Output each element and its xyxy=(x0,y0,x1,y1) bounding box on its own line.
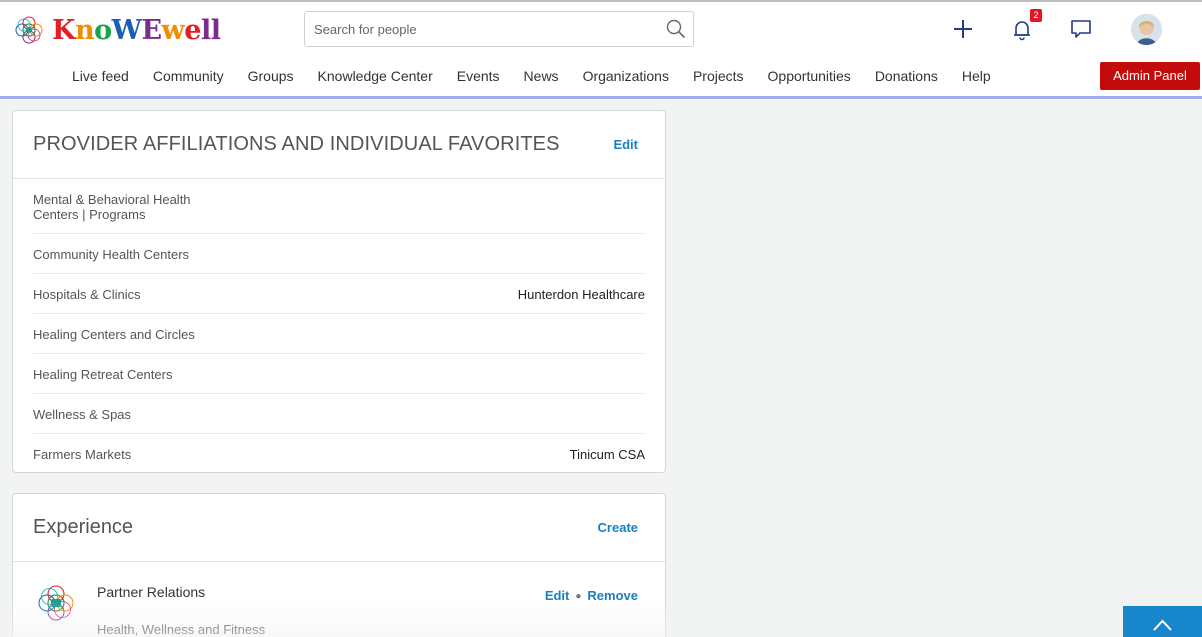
affiliations-header: PROVIDER AFFILIATIONS AND INDIVIDUAL FAV… xyxy=(13,111,665,179)
list-item: Wellness & Spas xyxy=(33,394,645,434)
admin-panel-button[interactable]: Admin Panel xyxy=(1100,62,1200,90)
experience-card: Experience Create Partner Relations Heal… xyxy=(12,493,666,637)
row-label: Healing Centers and Circles xyxy=(33,327,195,342)
experience-item-subtitle: Health, Wellness and Fitness xyxy=(97,622,266,637)
search-icon[interactable] xyxy=(665,18,687,40)
logo-letter: K xyxy=(52,14,75,46)
row-value: Hunterdon Healthcare xyxy=(517,287,645,302)
nav-item-news[interactable]: News xyxy=(512,68,571,84)
logo-mandala-icon xyxy=(15,16,43,44)
row-value: Tinicum CSA xyxy=(569,447,645,462)
nav-item-groups[interactable]: Groups xyxy=(236,68,306,84)
list-item: Healing Centers and Circles xyxy=(33,314,645,354)
user-avatar[interactable] xyxy=(1131,14,1162,45)
nav-items: Live feed Community Groups Knowledge Cen… xyxy=(60,55,1003,96)
top-bar: KnoWEwell 2 xyxy=(0,0,1202,55)
list-item: Mental & Behavioral Health Centers | Pro… xyxy=(33,179,645,234)
organization-logo-icon xyxy=(38,585,74,621)
experience-remove-button[interactable]: Remove xyxy=(587,588,638,603)
logo-letter: w xyxy=(161,14,185,46)
row-label: Mental & Behavioral Health Centers | Pro… xyxy=(33,192,191,222)
row-label: Farmers Markets xyxy=(33,447,132,462)
experience-create-button[interactable]: Create xyxy=(598,520,638,535)
list-item: Farmers Markets Tinicum CSA xyxy=(33,434,645,474)
main-nav: Live feed Community Groups Knowledge Cen… xyxy=(0,55,1202,99)
affiliations-edit-button[interactable]: Edit xyxy=(613,137,638,152)
list-item: Community Health Centers xyxy=(33,234,645,274)
list-item: Healing Retreat Centers xyxy=(33,354,645,394)
list-item: Hospitals & Clinics Hunterdon Healthcare xyxy=(33,274,645,314)
affiliations-title: PROVIDER AFFILIATIONS AND INDIVIDUAL FAV… xyxy=(33,133,560,155)
plus-icon[interactable] xyxy=(948,14,978,44)
experience-title: Experience xyxy=(33,516,134,538)
nav-item-donations[interactable]: Donations xyxy=(863,68,950,84)
site-logo[interactable]: KnoWEwell xyxy=(12,11,221,49)
avatar-photo-icon xyxy=(1131,14,1162,45)
affiliations-card: PROVIDER AFFILIATIONS AND INDIVIDUAL FAV… xyxy=(12,110,666,473)
row-label: Community Health Centers xyxy=(33,247,190,262)
scroll-to-top-button[interactable] xyxy=(1123,606,1202,637)
nav-item-knowledge-center[interactable]: Knowledge Center xyxy=(306,68,445,84)
experience-edit-button[interactable]: Edit xyxy=(545,588,570,603)
affiliations-list: Mental & Behavioral Health Centers | Pro… xyxy=(13,179,665,474)
nav-item-projects[interactable]: Projects xyxy=(681,68,756,84)
row-label: Wellness & Spas xyxy=(33,407,132,422)
search-input[interactable] xyxy=(305,12,645,46)
logo-letter: W xyxy=(111,14,142,46)
logo-letter: E xyxy=(141,14,162,46)
experience-item-actions: Edit ● Remove xyxy=(545,588,638,603)
notification-badge: 2 xyxy=(1030,9,1042,22)
nav-item-community[interactable]: Community xyxy=(141,68,236,84)
logo-letter: o xyxy=(94,14,112,46)
experience-item: Partner Relations Health, Wellness and F… xyxy=(13,562,665,637)
experience-header: Experience Create xyxy=(13,494,665,562)
nav-item-opportunities[interactable]: Opportunities xyxy=(756,68,863,84)
search-box xyxy=(304,11,694,47)
nav-item-organizations[interactable]: Organizations xyxy=(571,68,681,84)
logo-letter: l xyxy=(210,14,221,46)
logo-letter: n xyxy=(74,14,95,46)
chevron-up-icon xyxy=(1153,619,1172,631)
nav-item-events[interactable]: Events xyxy=(445,68,512,84)
logo-letter: l xyxy=(200,14,211,46)
row-label: Healing Retreat Centers xyxy=(33,367,173,382)
experience-item-title: Partner Relations xyxy=(97,584,206,600)
logo-letter: e xyxy=(184,14,201,46)
nav-item-help[interactable]: Help xyxy=(950,68,1003,84)
nav-item-live-feed[interactable]: Live feed xyxy=(60,68,141,84)
row-label: Hospitals & Clinics xyxy=(33,287,141,302)
separator-dot: ● xyxy=(575,591,582,602)
chat-icon[interactable] xyxy=(1066,14,1096,44)
logo-wordmark: KnoWEwell xyxy=(52,15,221,46)
